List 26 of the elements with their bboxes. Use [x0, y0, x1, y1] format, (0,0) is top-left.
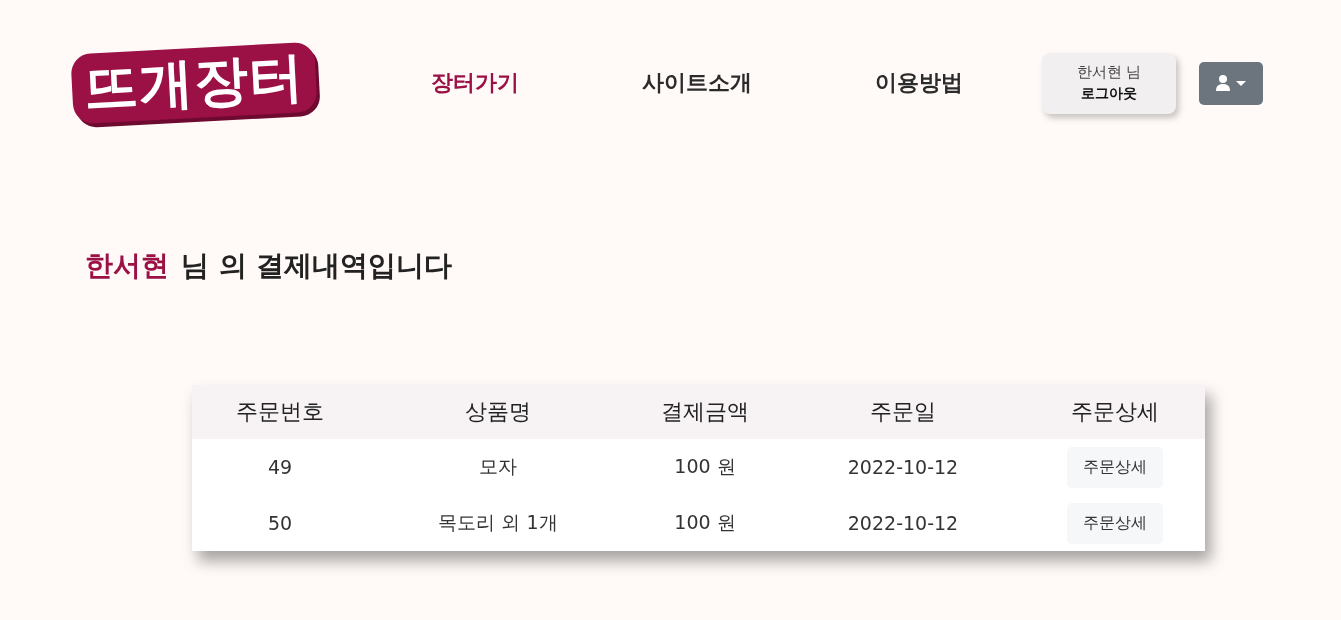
user-name: 한서현: [85, 249, 169, 282]
table-cell: 100 원: [674, 455, 736, 477]
nav-link[interactable]: 사이트소개: [586, 68, 808, 98]
user-menu-button[interactable]: [1199, 61, 1263, 105]
logout-button[interactable]: 로그아웃: [1081, 85, 1137, 103]
order-detail-button[interactable]: 주문상세: [1066, 502, 1163, 544]
table-cell: 목도리 외 1개: [438, 511, 558, 533]
order-detail-button[interactable]: 주문상세: [1066, 446, 1163, 488]
column-header: 상품명: [465, 399, 531, 424]
caret-icon: [1236, 80, 1246, 86]
table-cell: 49: [267, 456, 293, 478]
person-icon: [1216, 75, 1230, 91]
logo[interactable]: 뜨개장터: [70, 41, 318, 125]
column-header: 결제금액: [661, 399, 749, 424]
table-cell: 50: [267, 512, 293, 534]
nav-link[interactable]: 이용방법: [808, 68, 1030, 98]
column-header: 주문번호: [236, 399, 324, 424]
table-cell: 2022-10-12: [847, 512, 959, 534]
table-cell: 2022-10-12: [847, 456, 959, 478]
table-cell: 100 원: [674, 511, 736, 533]
page-title: 님 의 결제내역입니다: [181, 249, 453, 282]
column-header: 주문상세: [1070, 399, 1159, 424]
table-cell: 모자: [479, 455, 517, 477]
nav-link[interactable]: 장터가기: [364, 68, 586, 98]
user-greeting: 한서현 님: [1076, 63, 1142, 82]
column-header: 주문일: [870, 399, 936, 424]
